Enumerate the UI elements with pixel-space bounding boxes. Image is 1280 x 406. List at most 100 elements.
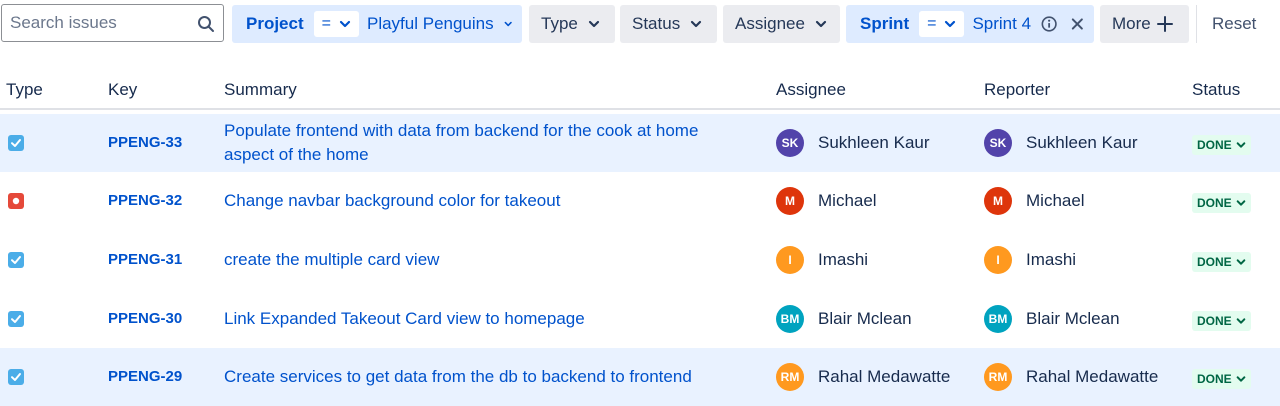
status-dropdown[interactable]: DONE xyxy=(1192,252,1251,272)
assignee-name[interactable]: Blair Mclean xyxy=(818,309,912,329)
project-operator-select[interactable]: = xyxy=(313,11,359,37)
issue-key-link[interactable]: PPENG-29 xyxy=(108,368,182,385)
column-header-type[interactable]: Type xyxy=(6,80,43,100)
issue-summary-link[interactable]: create the multiple card view xyxy=(224,248,744,272)
reporter-avatar: RM xyxy=(984,363,1012,391)
reporter-avatar: I xyxy=(984,246,1012,274)
project-filter-value: Playful Penguins xyxy=(366,14,494,33)
assignee-name[interactable]: Rahal Medawatte xyxy=(818,367,950,387)
chevron-down-icon xyxy=(1236,259,1246,265)
issue-key-link[interactable]: PPENG-31 xyxy=(108,251,182,268)
column-header-assignee[interactable]: Assignee xyxy=(776,80,846,100)
sprint-filter-value: Sprint 4 xyxy=(972,14,1032,33)
more-filters-button[interactable]: More xyxy=(1100,5,1189,43)
project-filter-label: Project xyxy=(246,14,304,33)
task-icon xyxy=(8,311,24,327)
issue-summary-line: create the multiple card view xyxy=(224,250,440,269)
issue-summary-line: Populate frontend with data from backend… xyxy=(224,121,699,140)
task-icon xyxy=(8,369,24,385)
reporter-avatar: M xyxy=(984,187,1012,215)
column-header-summary[interactable]: Summary xyxy=(224,80,297,100)
issue-summary-link[interactable]: Link Expanded Takeout Card view to homep… xyxy=(224,307,744,331)
search-field[interactable] xyxy=(1,4,224,42)
reporter-name[interactable]: Blair Mclean xyxy=(1026,309,1120,329)
issue-key-link[interactable]: PPENG-32 xyxy=(108,192,182,209)
reporter-name[interactable]: Imashi xyxy=(1026,250,1076,270)
reset-label: Reset xyxy=(1212,14,1257,33)
chevron-down-icon xyxy=(504,21,512,27)
project-filter[interactable]: Project = Playful Penguins xyxy=(232,5,522,43)
task-icon xyxy=(8,135,24,151)
chevron-down-icon xyxy=(588,20,599,28)
table-row[interactable]: PPENG-33 Populate frontend with data from… xyxy=(0,114,1280,172)
task-icon xyxy=(8,252,24,268)
sprint-filter[interactable]: Sprint = Sprint 4 xyxy=(846,5,1094,43)
assignee-filter-label: Assignee xyxy=(735,14,805,33)
close-icon[interactable] xyxy=(1071,17,1084,31)
chevron-down-icon xyxy=(1236,376,1246,382)
issue-key-link[interactable]: PPENG-30 xyxy=(108,310,182,327)
chevron-down-icon xyxy=(1236,318,1246,324)
issue-summary-link[interactable]: Create services to get data from the db … xyxy=(224,365,744,389)
reporter-name[interactable]: Sukhleen Kaur xyxy=(1026,133,1138,153)
status-dropdown[interactable]: DONE xyxy=(1192,369,1251,389)
assignee-avatar: SK xyxy=(776,129,804,157)
type-filter-label: Type xyxy=(541,14,578,33)
type-filter-button[interactable]: Type xyxy=(529,5,615,43)
info-icon[interactable] xyxy=(1041,15,1057,33)
issue-summary-link[interactable]: Populate frontend with data from backend… xyxy=(224,119,744,167)
issue-summary-line: Change navbar background color for takeo… xyxy=(224,191,561,210)
reset-button[interactable]: Reset xyxy=(1196,5,1256,43)
assignee-avatar: RM xyxy=(776,363,804,391)
issue-summary-line: aspect of the home xyxy=(224,145,369,164)
reporter-name[interactable]: Rahal Medawatte xyxy=(1026,367,1158,387)
more-filters-label: More xyxy=(1112,14,1151,33)
status-label: DONE xyxy=(1197,314,1232,328)
status-dropdown[interactable]: DONE xyxy=(1192,135,1251,155)
sprint-filter-label: Sprint xyxy=(860,14,910,33)
column-header-reporter[interactable]: Reporter xyxy=(984,80,1050,100)
sprint-operator-value: = xyxy=(927,15,937,32)
status-filter-button[interactable]: Status xyxy=(620,5,717,43)
chevron-down-icon xyxy=(339,20,351,28)
status-label: DONE xyxy=(1197,196,1232,210)
issue-key-link[interactable]: PPENG-33 xyxy=(108,134,182,151)
project-operator-value: = xyxy=(321,15,331,32)
status-dropdown[interactable]: DONE xyxy=(1192,311,1251,331)
table-header: Type Key Summary Assignee Reporter Statu… xyxy=(0,72,1280,110)
chevron-down-icon xyxy=(945,20,956,28)
chevron-down-icon xyxy=(691,20,702,28)
table-row[interactable]: PPENG-32 Change navbar background color f… xyxy=(0,172,1280,230)
sprint-operator-select[interactable]: = xyxy=(919,11,965,37)
status-label: DONE xyxy=(1197,138,1232,152)
issue-summary-line: Link Expanded Takeout Card view to homep… xyxy=(224,309,585,328)
table-row[interactable]: PPENG-31 create the multiple card view I Im… xyxy=(0,231,1280,289)
search-icon[interactable] xyxy=(197,15,215,33)
assignee-avatar: BM xyxy=(776,305,804,333)
column-header-status[interactable]: Status xyxy=(1192,80,1240,100)
assignee-avatar: I xyxy=(776,246,804,274)
plus-icon xyxy=(1156,16,1173,32)
search-input[interactable] xyxy=(10,11,190,35)
reporter-avatar: BM xyxy=(984,305,1012,333)
issue-summary-link[interactable]: Change navbar background color for takeo… xyxy=(224,189,744,213)
status-label: DONE xyxy=(1197,255,1232,269)
status-filter-label: Status xyxy=(632,14,681,33)
issue-summary-line: Create services to get data from the db … xyxy=(224,367,692,386)
assignee-name[interactable]: Imashi xyxy=(818,250,868,270)
filter-bar: Project = Playful Penguins Type Status A… xyxy=(0,0,1280,52)
column-header-key[interactable]: Key xyxy=(108,80,137,100)
reporter-avatar: SK xyxy=(984,129,1012,157)
table-row[interactable]: PPENG-29 Create services to get data from… xyxy=(0,348,1280,406)
table-row[interactable]: PPENG-30 Link Expanded Takeout Card view … xyxy=(0,290,1280,348)
chevron-down-icon xyxy=(1236,142,1246,148)
chevron-down-icon xyxy=(1236,200,1246,206)
assignee-filter-button[interactable]: Assignee xyxy=(723,5,840,43)
bug-icon xyxy=(8,193,24,209)
status-label: DONE xyxy=(1197,372,1232,386)
status-dropdown[interactable]: DONE xyxy=(1192,193,1251,213)
assignee-avatar: M xyxy=(776,187,804,215)
assignee-name[interactable]: Michael xyxy=(818,191,877,211)
assignee-name[interactable]: Sukhleen Kaur xyxy=(818,133,930,153)
reporter-name[interactable]: Michael xyxy=(1026,191,1085,211)
